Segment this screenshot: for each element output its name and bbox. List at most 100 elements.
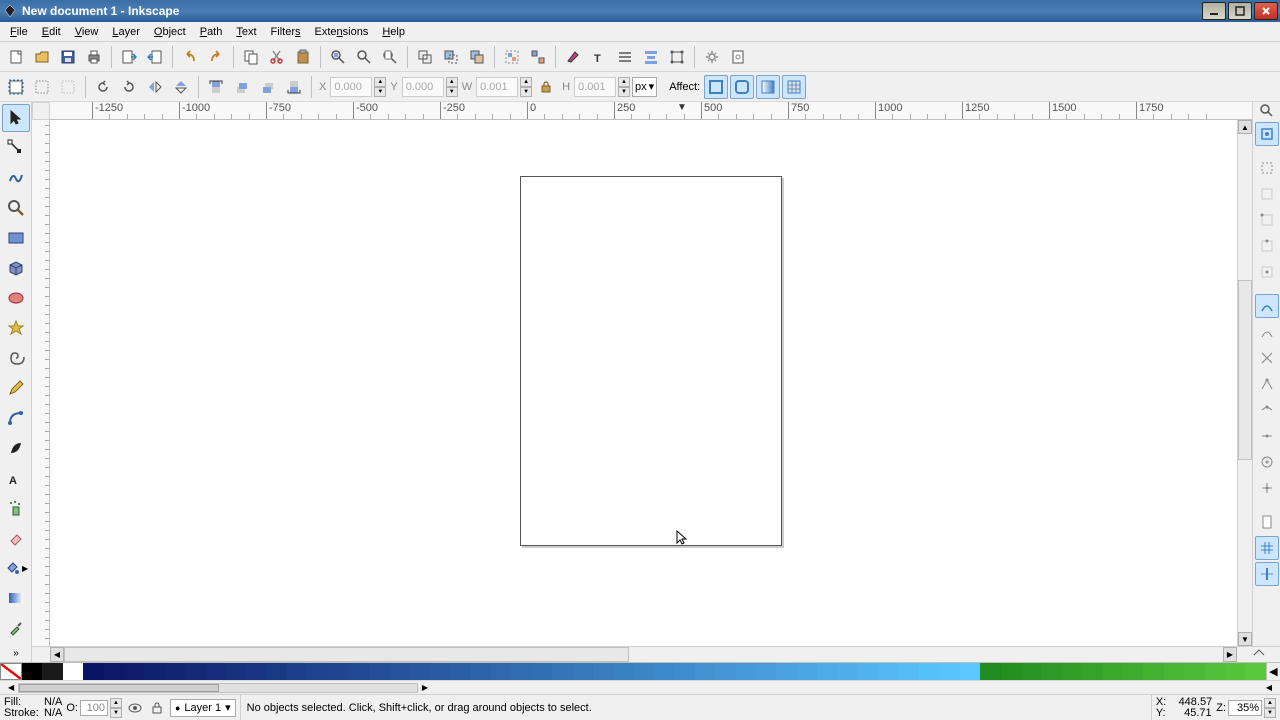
color-swatch[interactable] — [919, 663, 939, 680]
color-swatch[interactable] — [83, 663, 103, 680]
menu-path[interactable]: Path — [194, 24, 229, 40]
redo-button[interactable] — [204, 45, 228, 69]
color-swatch[interactable] — [206, 663, 226, 680]
snap-node-button[interactable] — [1255, 294, 1279, 318]
zoom-input[interactable] — [1228, 700, 1262, 716]
zoom-page-button[interactable] — [378, 45, 402, 69]
spray-tool[interactable] — [2, 494, 30, 522]
snap-bbox-corner-button[interactable] — [1255, 208, 1279, 232]
zoom-tool[interactable] — [2, 194, 30, 222]
color-swatch[interactable] — [307, 663, 327, 680]
raise-top-button[interactable] — [204, 75, 228, 99]
color-swatch[interactable] — [878, 663, 898, 680]
layer-lock-icon[interactable] — [148, 699, 166, 717]
y-spin-up[interactable]: ▲ — [446, 77, 458, 87]
scroll-right-button[interactable]: ▶ — [1223, 647, 1237, 662]
color-swatch[interactable] — [348, 663, 368, 680]
x-spin-down[interactable]: ▼ — [374, 87, 386, 97]
gradient-tool[interactable] — [2, 584, 30, 612]
transform-button[interactable] — [665, 45, 689, 69]
color-swatch[interactable] — [246, 663, 266, 680]
maximize-button[interactable] — [1228, 2, 1252, 20]
snap-bbox-edge-button[interactable] — [1255, 182, 1279, 206]
color-swatch[interactable] — [593, 663, 613, 680]
color-swatch[interactable] — [552, 663, 572, 680]
color-swatch[interactable] — [532, 663, 552, 680]
zoom-selection-button[interactable] — [326, 45, 350, 69]
zoom-corner-button[interactable] — [1252, 102, 1280, 120]
fill-stroke-button[interactable] — [561, 45, 585, 69]
snap-bbox-midpoint-button[interactable] — [1255, 234, 1279, 258]
flip-vertical-button[interactable] — [169, 75, 193, 99]
color-swatch[interactable] — [1062, 663, 1082, 680]
bezier-tool[interactable] — [2, 404, 30, 432]
color-swatch[interactable] — [797, 663, 817, 680]
x-spin-up[interactable]: ▲ — [374, 77, 386, 87]
document-properties-button[interactable] — [726, 45, 750, 69]
color-swatch[interactable] — [430, 663, 450, 680]
unit-select[interactable]: px ▾ — [632, 77, 657, 97]
select-all-layers-button[interactable] — [30, 75, 54, 99]
color-swatch[interactable] — [756, 663, 776, 680]
print-button[interactable] — [82, 45, 106, 69]
color-swatch[interactable] — [511, 663, 531, 680]
import-button[interactable] — [117, 45, 141, 69]
color-swatch[interactable] — [1103, 663, 1123, 680]
paste-button[interactable] — [291, 45, 315, 69]
menu-object[interactable]: Object — [148, 24, 192, 40]
snap-enable-button[interactable] — [1255, 122, 1279, 146]
color-swatch[interactable] — [104, 663, 124, 680]
tool-flyout-icon[interactable]: ▶ — [22, 564, 28, 573]
color-swatch[interactable] — [940, 663, 960, 680]
palette-scrollbar[interactable]: ◀ ▶ ◀ — [0, 680, 1280, 694]
color-swatch[interactable] — [287, 663, 307, 680]
ellipse-tool[interactable] — [2, 284, 30, 312]
raise-button[interactable] — [230, 75, 254, 99]
node-tool[interactable] — [2, 134, 30, 162]
color-swatch[interactable] — [838, 663, 858, 680]
color-swatch[interactable] — [960, 663, 980, 680]
x-input[interactable] — [330, 77, 372, 97]
flip-horizontal-button[interactable] — [143, 75, 167, 99]
zoom-drawing-button[interactable] — [352, 45, 376, 69]
color-swatch[interactable] — [144, 663, 164, 680]
save-button[interactable] — [56, 45, 80, 69]
menu-text[interactable]: Text — [230, 24, 262, 40]
color-swatch[interactable] — [1164, 663, 1184, 680]
zoom-spin-down[interactable]: ▼ — [1264, 708, 1276, 718]
scroll-up-button[interactable]: ▲ — [1238, 120, 1252, 134]
dropper-tool[interactable] — [2, 614, 30, 642]
star-tool[interactable] — [2, 314, 30, 342]
scroll-corner-button[interactable] — [1237, 647, 1280, 662]
clone-button[interactable] — [439, 45, 463, 69]
color-swatch[interactable] — [226, 663, 246, 680]
color-swatch[interactable] — [267, 663, 287, 680]
opacity-input[interactable] — [80, 700, 108, 716]
fill-value[interactable]: N/A — [44, 697, 62, 708]
snap-intersection-button[interactable] — [1255, 346, 1279, 370]
h-spin-up[interactable]: ▲ — [618, 77, 630, 87]
color-swatch[interactable] — [1001, 663, 1021, 680]
color-swatch[interactable] — [389, 663, 409, 680]
color-swatch[interactable] — [817, 663, 837, 680]
text-tool[interactable]: A — [2, 464, 30, 492]
color-swatch[interactable] — [165, 663, 185, 680]
color-swatch[interactable] — [1123, 663, 1143, 680]
lock-aspect-button[interactable] — [534, 75, 558, 99]
color-swatch[interactable] — [369, 663, 389, 680]
undo-button[interactable] — [178, 45, 202, 69]
menu-edit[interactable]: Edit — [36, 24, 67, 40]
duplicate-button[interactable] — [413, 45, 437, 69]
rotate-ccw-button[interactable] — [91, 75, 115, 99]
h-spin-down[interactable]: ▼ — [618, 87, 630, 97]
eraser-tool[interactable] — [2, 524, 30, 552]
color-swatch[interactable] — [654, 663, 674, 680]
h-input[interactable] — [574, 77, 616, 97]
canvas[interactable] — [50, 120, 1237, 646]
deselect-button[interactable] — [56, 75, 80, 99]
text-dialog-button[interactable]: T — [587, 45, 611, 69]
color-swatch[interactable] — [715, 663, 735, 680]
color-swatch[interactable] — [63, 663, 83, 680]
snap-bbox-center-button[interactable] — [1255, 260, 1279, 284]
vertical-scrollbar[interactable]: ▲ ▼ — [1237, 120, 1252, 646]
